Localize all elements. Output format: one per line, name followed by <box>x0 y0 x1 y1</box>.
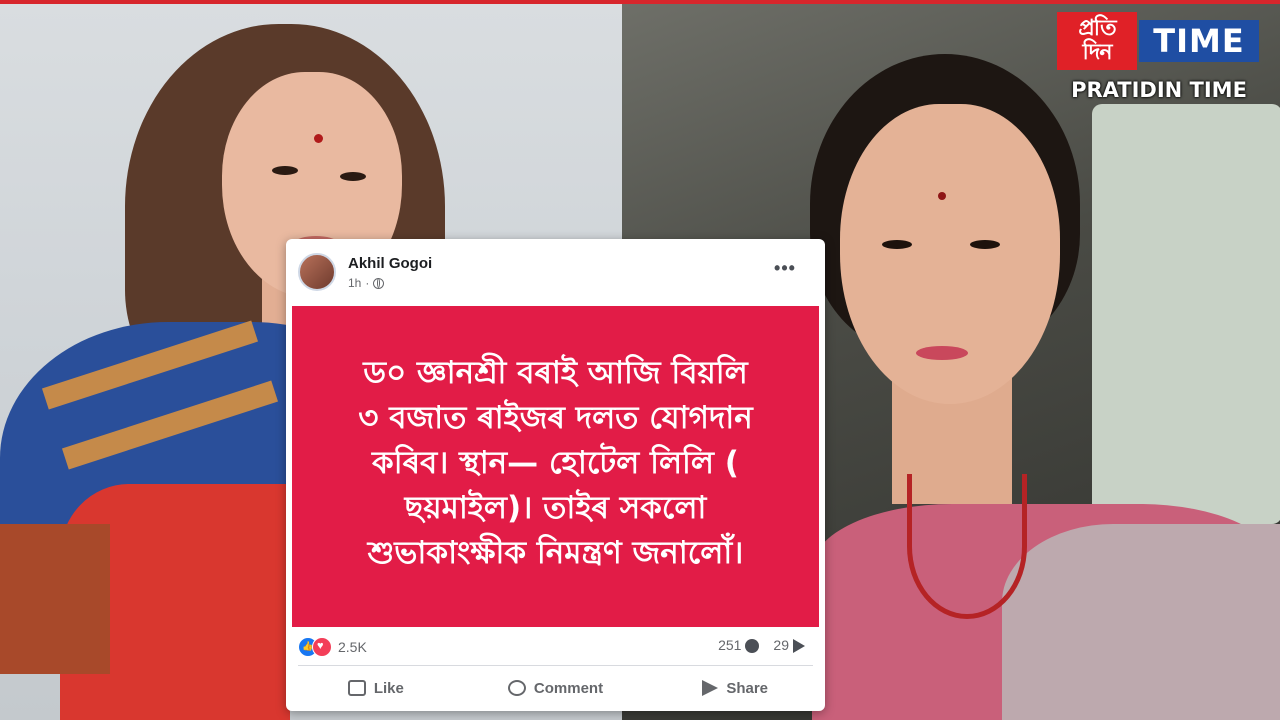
post-text-line: শুভাকাংক্ষীক নিমন্ত্ৰণ জনালোঁ। <box>367 535 744 571</box>
logo-subtitle: PRATIDIN TIME <box>1071 78 1247 102</box>
post-text-line: ড০ জ্ঞানশ্ৰী বৰাই আজি বিয়লি <box>363 355 748 391</box>
right-photo-bindi <box>938 192 946 200</box>
share-icon <box>702 680 719 696</box>
reactions-summary[interactable]: 2.5K <box>298 637 367 657</box>
reaction-icons <box>298 637 332 657</box>
right-photo-necklace <box>907 474 1027 619</box>
actions-divider <box>298 665 813 666</box>
facebook-post-card: Akhil Gogoi 1h · ••• ড০ জ্ঞানশ্ৰী বৰাই আ… <box>286 239 825 711</box>
globe-icon <box>373 277 385 289</box>
comment-button[interactable]: Comment <box>466 670 646 706</box>
post-timestamp[interactable]: 1h <box>348 276 361 290</box>
share-button[interactable]: Share <box>645 670 825 706</box>
comment-count-value: 251 <box>718 637 742 653</box>
comment-button-label: Comment <box>533 679 604 697</box>
post-text-line: ছয়মাইল)। তাইৰ সকলো <box>404 490 707 526</box>
comment-bubble-icon <box>745 639 760 654</box>
post-text-line: কৰিব। স্থান— হোটেল লিলি ( <box>372 445 739 481</box>
like-button-label: Like <box>373 679 404 697</box>
left-photo-eye <box>340 172 366 181</box>
post-text: ড০ জ্ঞানশ্ৰী বৰাই আজি বিয়লি ৩ বজাত ৰাইজ… <box>312 351 799 576</box>
left-photo-sleeve <box>0 524 110 674</box>
logo-mark-line1: প্রতি <box>1078 16 1116 41</box>
comment-count[interactable]: 251 <box>718 637 760 654</box>
love-reaction-icon <box>312 637 332 657</box>
post-author-name[interactable]: Akhil Gogoi <box>348 255 432 272</box>
share-count[interactable]: 29 <box>773 637 805 654</box>
post-actions-bar: Like Comment Share <box>286 670 825 706</box>
more-options-icon[interactable]: ••• <box>770 259 800 281</box>
share-count-value: 29 <box>773 637 789 653</box>
right-photo-shawl <box>1002 524 1280 720</box>
post-meta: 1h · <box>348 276 385 290</box>
share-arrow-icon <box>793 639 805 654</box>
right-photo-eye <box>882 240 912 249</box>
logo-time-label: TIME <box>1139 20 1259 62</box>
logo-mark: প্রতি দিন <box>1057 12 1137 70</box>
logo-mark-line2: দিন <box>1082 40 1113 65</box>
right-photo-eye <box>970 240 1000 249</box>
thumbs-up-icon <box>347 680 366 696</box>
avatar[interactable] <box>298 253 336 291</box>
comment-icon <box>507 680 526 696</box>
right-photo-car-window <box>1092 104 1280 524</box>
left-photo-bindi <box>314 134 323 143</box>
left-photo-eye <box>272 166 298 175</box>
reaction-count: 2.5K <box>338 639 367 655</box>
meta-separator: · <box>365 276 370 290</box>
share-button-label: Share <box>726 679 769 697</box>
right-photo-lips <box>916 346 968 360</box>
post-text-line: ৩ বজাত ৰাইজৰ দলত যোগদান <box>358 400 753 436</box>
post-text-background: ড০ জ্ঞানশ্ৰী বৰাই আজি বিয়লি ৩ বজাত ৰাইজ… <box>292 306 819 627</box>
like-button[interactable]: Like <box>286 670 466 706</box>
pratidin-time-logo: প্রতি দিন TIME PRATIDIN TIME <box>1057 12 1261 104</box>
engagement-counts: 251 29 <box>718 637 805 654</box>
